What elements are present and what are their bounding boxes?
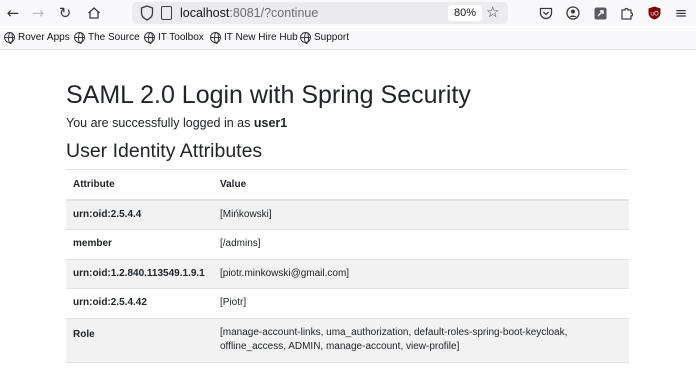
pocket-icon[interactable] [536, 3, 556, 23]
column-header-value: Value [213, 170, 629, 201]
url-text[interactable]: localhost:8081/?continue [180, 6, 318, 20]
bookmark-rover-apps[interactable]: Rover Apps [4, 32, 70, 44]
bookmark-it-toolbox[interactable]: IT Toolbox [144, 32, 204, 44]
attribute-value: [/admins] [213, 229, 629, 260]
attribute-value: [piotr.minkowski@gmail.com] [213, 259, 629, 289]
table-row: urn:oid:1.2.840.113549.1.9.1 [piotr.mink… [66, 259, 629, 289]
page-title: SAML 2.0 Login with Spring Security [66, 81, 471, 109]
attribute-name: urn:oid:2.5.4.4 [66, 200, 213, 230]
attribute-name: urn:oid:1.2.840.113549.1.9.1 [66, 259, 213, 289]
bookmark-the-source[interactable]: The Source [74, 32, 140, 44]
globe-icon [300, 32, 311, 44]
globe-icon [74, 32, 85, 44]
page-content: SAML 2.0 Login with Spring Security You … [66, 80, 629, 363]
bookmark-support[interactable]: Support [300, 32, 349, 44]
attributes-table: Attribute Value urn:oid:2.5.4.4 [Mińkows… [66, 170, 629, 363]
table-row: urn:oid:2.5.4.4 [Mińkowski] [66, 200, 629, 230]
attribute-value: [Mińkowski] [213, 200, 629, 230]
globe-icon [210, 32, 221, 44]
forward-icon[interactable]: → [28, 3, 48, 23]
menu-icon[interactable]: ≡ [671, 3, 691, 23]
ublock-icon[interactable]: uO [644, 3, 664, 23]
attribute-name: Role [66, 318, 213, 363]
table-row: urn:oid:2.5.4.42 [Piotr] [66, 288, 629, 319]
value-line: offline_access, ADMIN, manage-account, v… [220, 341, 460, 352]
bookmarks-bar: Rover Apps The Source IT Toolbox IT New … [0, 28, 696, 50]
table-row: Role [manage-account-links, uma_authoriz… [66, 318, 629, 363]
globe-icon [144, 32, 155, 44]
column-header-attribute: Attribute [66, 170, 213, 201]
account-icon[interactable] [563, 3, 583, 23]
table-header-row: Attribute Value [66, 170, 629, 201]
section-title: User Identity Attributes [66, 139, 629, 170]
browser-toolbar: ← → ↻ localhost:8081/?continue 80% ☆ uO … [0, 0, 696, 26]
globe-icon [4, 32, 15, 44]
extensions-puzzle-icon[interactable] [617, 3, 637, 23]
shield-icon[interactable] [140, 5, 154, 21]
bookmark-star-icon[interactable]: ☆ [486, 3, 499, 21]
username: user1 [253, 116, 288, 130]
attribute-name: urn:oid:2.5.4.42 [66, 288, 213, 319]
bookmark-it-new-hire-hub[interactable]: IT New Hire Hub [210, 32, 298, 44]
address-bar[interactable]: localhost:8081/?continue 80% ☆ [132, 2, 508, 24]
attribute-value: [manage-account-links, uma_authorization… [213, 318, 629, 363]
zoom-badge[interactable]: 80% [448, 5, 483, 21]
table-row: member [/admins] [66, 229, 629, 260]
extension-icon[interactable] [590, 3, 610, 23]
back-icon[interactable]: ← [3, 3, 23, 23]
reload-icon[interactable]: ↻ [55, 3, 75, 23]
login-status: You are successfully logged in as user1 [66, 116, 288, 130]
svg-text:uO: uO [650, 11, 659, 18]
page-icon [161, 6, 172, 20]
home-icon[interactable] [84, 3, 104, 23]
value-line: [manage-account-links, uma_authorization… [220, 327, 568, 338]
attribute-value: [Piotr] [213, 288, 629, 319]
attribute-name: member [66, 229, 213, 260]
